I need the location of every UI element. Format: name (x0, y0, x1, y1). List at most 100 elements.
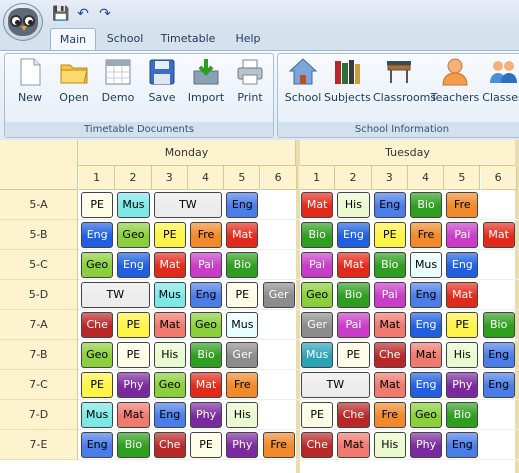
lesson-cell[interactable]: Eng (81, 222, 114, 248)
lesson-cell[interactable]: Mus (409, 252, 443, 278)
lesson-cell[interactable]: Fre (446, 192, 479, 218)
lesson-cell[interactable]: Eng (189, 282, 223, 308)
lesson-cell[interactable]: Ger (262, 282, 295, 308)
lesson-cell[interactable]: Fre (226, 372, 259, 398)
class-row-header[interactable]: 7-A (0, 310, 78, 340)
lesson-cell[interactable]: Geo (81, 342, 114, 368)
lesson-cell[interactable]: Ger (226, 342, 259, 368)
lesson-cell[interactable]: TW (301, 372, 370, 398)
lesson-cell[interactable]: Phy (117, 372, 150, 398)
lesson-cell[interactable]: Che (301, 432, 334, 458)
lesson-cell[interactable]: PE (301, 402, 334, 428)
lesson-cell[interactable]: Eng (226, 192, 259, 218)
lesson-cell[interactable]: Eng (153, 402, 186, 428)
demo-button[interactable]: Demo (95, 57, 141, 109)
new-button[interactable]: New (7, 57, 53, 109)
lesson-cell[interactable]: Mat (337, 252, 370, 278)
redo-icon[interactable]: ↷ (96, 5, 114, 23)
lesson-cell[interactable]: Geo (409, 402, 443, 428)
lesson-cell[interactable]: His (153, 342, 186, 368)
lesson-cell[interactable]: Phy (226, 432, 259, 458)
subjects-button[interactable]: Subjects (324, 57, 371, 109)
lesson-cell[interactable]: Geo (153, 372, 186, 398)
lesson-cell[interactable]: Eng (373, 192, 406, 218)
tab-school[interactable]: School (100, 28, 150, 50)
lesson-cell[interactable]: Mus (301, 342, 334, 368)
lesson-cell[interactable]: Geo (301, 282, 334, 308)
lesson-cell[interactable]: Eng (482, 372, 515, 398)
lesson-cell[interactable]: Pai (301, 252, 334, 278)
lesson-cell[interactable]: Pai (446, 222, 479, 248)
tab-timetable[interactable]: Timetable (156, 28, 220, 50)
lesson-cell[interactable]: Bio (446, 402, 479, 428)
lesson-cell[interactable]: Eng (409, 282, 443, 308)
lesson-cell[interactable]: Eng (482, 342, 515, 368)
lesson-cell[interactable]: Mat (482, 222, 515, 248)
lesson-cell[interactable]: PE (117, 312, 150, 338)
lesson-cell[interactable]: TW (81, 282, 150, 308)
tab-help[interactable]: Help (226, 28, 270, 50)
lesson-cell[interactable]: PE (153, 222, 186, 248)
lesson-cell[interactable]: His (337, 192, 370, 218)
application-menu-button[interactable] (3, 3, 43, 41)
lesson-cell[interactable]: Eng (337, 222, 370, 248)
lesson-cell[interactable]: Fre (409, 222, 443, 248)
school-button[interactable]: School (280, 57, 326, 109)
lesson-cell[interactable]: Mat (373, 372, 406, 398)
classrooms-button[interactable]: Classrooms (373, 57, 436, 109)
class-row-header[interactable]: 5-D (0, 280, 78, 310)
class-row-header[interactable]: 7-B (0, 340, 78, 370)
save-button[interactable]: Save (139, 57, 185, 109)
lesson-cell[interactable]: TW (153, 192, 223, 218)
undo-icon[interactable]: ↶ (74, 5, 92, 23)
save-icon[interactable]: 💾 (52, 5, 70, 23)
lesson-cell[interactable]: PE (337, 342, 370, 368)
lesson-cell[interactable]: Mat (446, 282, 479, 308)
lesson-cell[interactable]: Eng (117, 252, 150, 278)
lesson-cell[interactable]: Bio (409, 192, 443, 218)
lesson-cell[interactable]: Fre (373, 402, 406, 428)
lesson-cell[interactable]: Pai (189, 252, 223, 278)
lesson-cell[interactable]: Mat (117, 402, 150, 428)
lesson-cell[interactable]: Mat (301, 192, 334, 218)
lesson-cell[interactable]: Mus (153, 282, 186, 308)
lesson-cell[interactable]: Eng (446, 252, 479, 278)
lesson-cell[interactable]: Ger (301, 312, 334, 338)
lesson-cell[interactable]: Mus (226, 312, 259, 338)
lesson-cell[interactable]: Phy (409, 432, 443, 458)
lesson-cell[interactable]: PE (446, 312, 479, 338)
lesson-cell[interactable]: Bio (117, 432, 150, 458)
lesson-cell[interactable]: His (446, 342, 479, 368)
lesson-cell[interactable]: Eng (409, 312, 443, 338)
lesson-cell[interactable]: PE (373, 222, 406, 248)
lesson-cell[interactable]: Pai (337, 312, 370, 338)
lesson-cell[interactable]: Eng (81, 432, 114, 458)
lesson-cell[interactable]: Phy (446, 372, 479, 398)
lesson-cell[interactable]: PE (81, 192, 114, 218)
lesson-cell[interactable]: Bio (373, 252, 406, 278)
lesson-cell[interactable]: Bio (337, 282, 370, 308)
class-row-header[interactable]: 5-C (0, 250, 78, 280)
lesson-cell[interactable]: Che (373, 342, 406, 368)
lesson-cell[interactable]: His (373, 432, 406, 458)
class-row-header[interactable]: 5-A (0, 190, 78, 220)
lesson-cell[interactable]: Eng (409, 372, 443, 398)
lesson-cell[interactable]: Eng (446, 432, 479, 458)
lesson-cell[interactable]: Che (153, 432, 186, 458)
lesson-cell[interactable]: Pai (373, 282, 406, 308)
lesson-cell[interactable]: PE (189, 432, 223, 458)
lesson-cell[interactable]: Mus (81, 402, 114, 428)
class-row-header[interactable]: 7-C (0, 370, 78, 400)
lesson-cell[interactable]: His (226, 402, 259, 428)
class-row-header[interactable]: 5-B (0, 220, 78, 250)
lesson-cell[interactable]: Bio (301, 222, 334, 248)
lesson-cell[interactable]: Mat (189, 372, 223, 398)
tab-main[interactable]: Main (50, 28, 96, 51)
lesson-cell[interactable]: Phy (189, 402, 223, 428)
lesson-cell[interactable]: Che (81, 312, 114, 338)
lesson-cell[interactable]: Bio (482, 312, 515, 338)
open-button[interactable]: Open (51, 57, 97, 109)
lesson-cell[interactable]: PE (81, 372, 114, 398)
lesson-cell[interactable]: Geo (189, 312, 223, 338)
lesson-cell[interactable]: Mat (409, 342, 443, 368)
